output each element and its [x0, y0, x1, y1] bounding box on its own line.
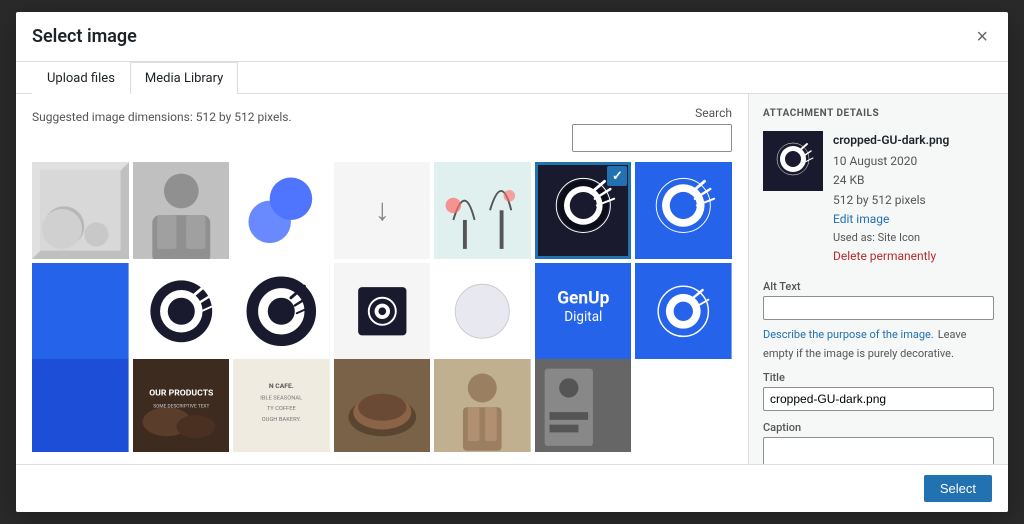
svg-text:IBLE SEASONAL: IBLE SEASONAL	[260, 396, 302, 402]
image-item[interactable]	[434, 162, 531, 259]
suggested-dimensions: Suggested image dimensions: 512 by 512 p…	[32, 106, 292, 124]
tab-bar: Upload files Media Library	[16, 62, 1008, 94]
title-label: Title	[763, 371, 994, 384]
search-label: Search	[695, 106, 732, 120]
select-button[interactable]: Select	[924, 475, 992, 502]
modal-body: Suggested image dimensions: 512 by 512 p…	[16, 94, 1008, 464]
selected-checkmark: ✓	[607, 166, 627, 186]
svg-text:TY COFFEE: TY COFFEE	[267, 406, 297, 412]
close-button[interactable]: ×	[972, 27, 992, 61]
image-item[interactable]	[32, 263, 129, 360]
modal-title: Select image	[32, 26, 137, 61]
image-item[interactable]	[233, 162, 330, 259]
attachment-dimensions: 512 by 512 pixels	[833, 191, 949, 210]
delete-image-link[interactable]: Delete permanently	[833, 247, 949, 266]
media-content: Suggested image dimensions: 512 by 512 p…	[16, 94, 748, 464]
tab-upload[interactable]: Upload files	[32, 62, 130, 94]
tab-media-library[interactable]: Media Library	[130, 62, 238, 94]
image-item[interactable]	[133, 162, 230, 259]
image-item[interactable]	[535, 359, 632, 452]
attachment-thumbnail	[763, 131, 823, 191]
alt-text-label: Alt Text	[763, 280, 994, 293]
edit-image-link[interactable]: Edit image	[833, 210, 949, 229]
svg-text:Digital: Digital	[564, 309, 602, 325]
caption-label: Caption	[763, 421, 994, 434]
attachment-panel: ATTACHMENT DETAILS	[748, 94, 1008, 464]
modal-overlay: Select image × Upload files Media Librar…	[0, 0, 1024, 524]
image-item[interactable]	[434, 359, 531, 452]
search-area: Search	[572, 106, 732, 152]
title-row: Title	[763, 371, 994, 411]
image-item-products[interactable]: OUR PRODUCTS SOME DESCRIPTIVE TEXT	[133, 359, 230, 452]
image-item[interactable]	[334, 359, 431, 452]
title-input[interactable]	[763, 387, 994, 411]
image-item[interactable]: N CAFE. IBLE SEASONAL TY COFFEE OUGH BAK…	[233, 359, 330, 452]
image-item[interactable]	[233, 263, 330, 360]
file-details: cropped-GU-dark.png 10 August 2020 24 KB…	[833, 131, 949, 266]
svg-text:GenUp: GenUp	[557, 288, 609, 308]
image-item[interactable]: GenUp Digital	[535, 263, 632, 360]
describe-link[interactable]: Describe the purpose of the image.	[763, 328, 934, 341]
alt-text-row: Alt Text Describe the purpose of the ima…	[763, 280, 994, 361]
svg-text:OUR PRODUCTS: OUR PRODUCTS	[149, 389, 214, 399]
image-item[interactable]	[434, 263, 531, 360]
attachment-info: cropped-GU-dark.png 10 August 2020 24 KB…	[763, 131, 994, 266]
image-item[interactable]	[635, 162, 732, 259]
image-item[interactable]	[133, 263, 230, 360]
svg-text:N CAFE.: N CAFE.	[269, 382, 294, 390]
attachment-date: 10 August 2020	[833, 152, 949, 171]
image-item[interactable]	[334, 263, 431, 360]
caption-textarea[interactable]	[763, 437, 994, 464]
image-item[interactable]	[32, 162, 129, 259]
image-item[interactable]: ↓	[334, 162, 431, 259]
modal-header: Select image ×	[16, 12, 1008, 62]
modal-footer: Select	[16, 464, 1008, 512]
svg-text:↓: ↓	[374, 191, 389, 228]
image-item[interactable]	[32, 359, 129, 452]
image-item-selected[interactable]: ✓	[535, 162, 632, 259]
media-toolbar: Suggested image dimensions: 512 by 512 p…	[32, 106, 732, 152]
image-item[interactable]	[635, 263, 732, 360]
alt-text-input[interactable]	[763, 296, 994, 320]
image-grid: ↓	[32, 162, 732, 452]
svg-text:OUGH BAKERY.: OUGH BAKERY.	[262, 417, 302, 423]
caption-row: Caption	[763, 421, 994, 464]
svg-text:SOME DESCRIPTIVE TEXT: SOME DESCRIPTIVE TEXT	[153, 404, 209, 410]
attachment-section-title: ATTACHMENT DETAILS	[763, 108, 994, 119]
search-input[interactable]	[572, 124, 732, 152]
select-image-modal: Select image × Upload files Media Librar…	[16, 12, 1008, 512]
attachment-size: 24 KB	[833, 171, 949, 190]
attachment-filename: cropped-GU-dark.png	[833, 131, 949, 150]
